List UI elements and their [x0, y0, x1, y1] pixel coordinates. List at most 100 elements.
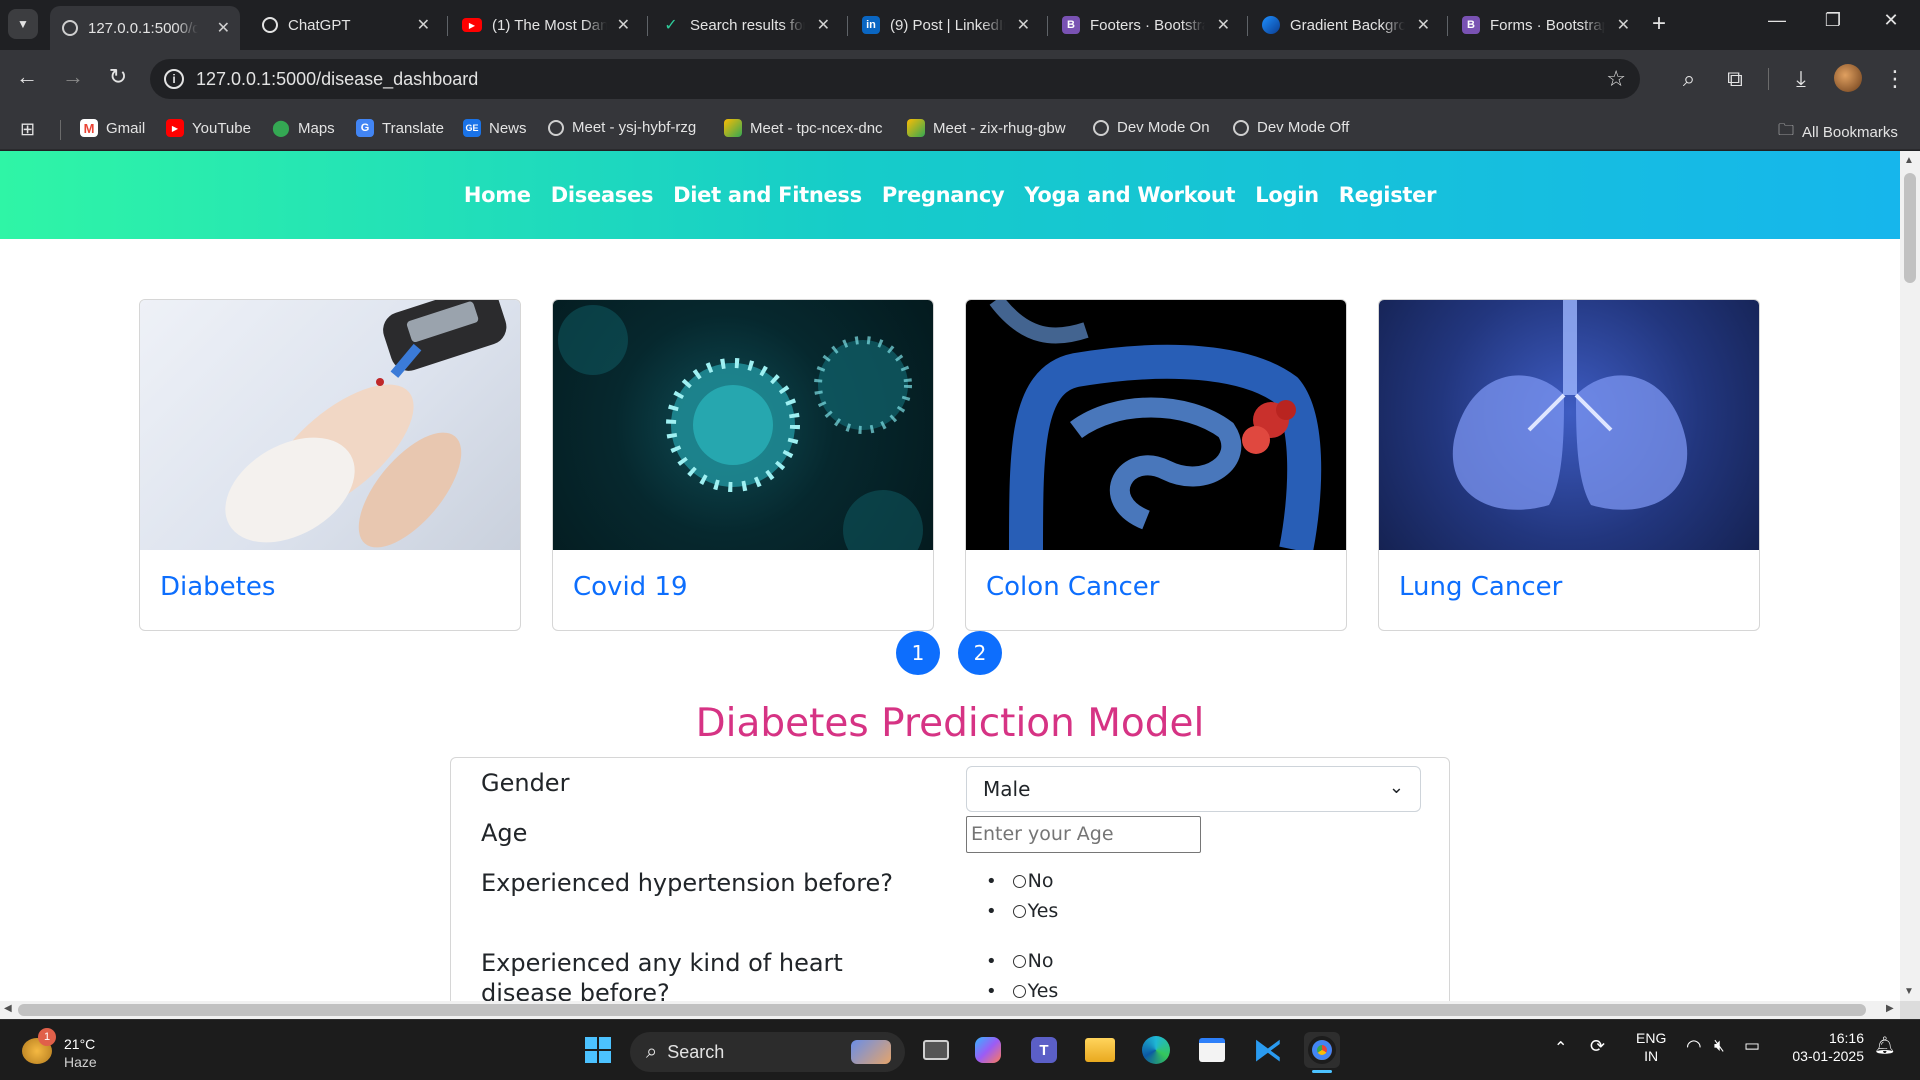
lens-button[interactable]: ⌕	[1674, 66, 1704, 92]
clock[interactable]: 16:16 03-01-2025	[1784, 1030, 1864, 1064]
speaker-muted-icon[interactable]: 🔇︎	[1714, 1036, 1725, 1056]
url-text[interactable]: 127.0.0.1:5000/disease_dashboard	[196, 69, 478, 90]
scroll-right-icon[interactable]: ▶	[1886, 1003, 1894, 1014]
close-icon[interactable]: ✕	[817, 15, 830, 35]
tab-forms-bootstrap[interactable]: B Forms · Bootstrap ✕	[1450, 6, 1640, 44]
disease-card-lung-cancer[interactable]: Lung Cancer	[1378, 299, 1760, 631]
card-title[interactable]: Covid 19	[573, 572, 688, 602]
restore-button[interactable]: ❐	[1810, 10, 1856, 31]
bookmark-translate[interactable]: G Translate	[356, 119, 444, 137]
close-icon[interactable]: ✕	[1417, 15, 1430, 35]
close-icon[interactable]: ✕	[417, 15, 430, 35]
age-input[interactable]: Enter your Age	[966, 816, 1201, 853]
extensions-button[interactable]: ⧉	[1720, 66, 1750, 92]
card-title[interactable]: Lung Cancer	[1399, 572, 1562, 602]
tab-search-results[interactable]: ✓ Search results for ✕	[650, 6, 840, 44]
close-window-button[interactable]: ✕	[1868, 10, 1914, 31]
close-icon[interactable]: ✕	[1217, 15, 1230, 35]
downloads-button[interactable]: ⤓	[1786, 66, 1816, 92]
scrollbar-thumb[interactable]	[18, 1004, 1866, 1016]
close-icon[interactable]: ✕	[617, 15, 630, 35]
browser-menu-button[interactable]: ⋮	[1880, 66, 1910, 92]
forward-button[interactable]: →	[58, 64, 88, 90]
horizontal-scrollbar[interactable]: ◀ ▶	[0, 1001, 1900, 1019]
nav-diet-fitness[interactable]: Diet and Fitness	[673, 183, 862, 207]
bookmark-news[interactable]: GE News	[463, 119, 527, 137]
nav-pregnancy[interactable]: Pregnancy	[882, 183, 1005, 207]
sync-icon[interactable]: ⟳	[1590, 1036, 1605, 1057]
reload-button[interactable]: ↻	[103, 64, 133, 90]
gender-select[interactable]: Male ⌄	[966, 766, 1421, 812]
tab-gradient-background[interactable]: Gradient Background ✕	[1250, 6, 1440, 44]
chrome-button[interactable]	[1304, 1032, 1340, 1073]
radio-button[interactable]	[1012, 954, 1026, 968]
copilot-button[interactable]	[970, 1032, 1006, 1068]
radio-button[interactable]	[1012, 984, 1026, 998]
tab-footers-bootstrap[interactable]: B Footers · Bootstrap ✕	[1050, 6, 1240, 44]
site-info-icon[interactable]: i	[164, 69, 184, 89]
heart-option-no[interactable]: No	[986, 946, 1058, 976]
bookmark-dev-on[interactable]: Dev Mode On	[1093, 119, 1210, 136]
vertical-scrollbar[interactable]: ▲ ▼	[1900, 151, 1920, 1001]
hypertension-option-no[interactable]: No	[986, 866, 1058, 896]
address-bar[interactable]: i 127.0.0.1:5000/disease_dashboard ☆	[150, 59, 1640, 99]
pagination-page-1[interactable]: 1	[896, 631, 940, 675]
scroll-down-icon[interactable]: ▼	[1904, 986, 1914, 997]
bookmark-maps[interactable]: ⬤ Maps	[272, 119, 335, 138]
tab-youtube[interactable]: ▶ (1) The Most Dangerous ✕	[450, 6, 640, 44]
task-view-button[interactable]	[918, 1032, 954, 1068]
disease-card-covid[interactable]: Covid 19	[552, 299, 934, 631]
battery-icon[interactable]: ▭	[1744, 1036, 1760, 1056]
close-icon[interactable]: ✕	[1017, 15, 1030, 35]
tab-separator	[1447, 16, 1448, 36]
store-button[interactable]	[1194, 1032, 1230, 1068]
bookmark-meet-3[interactable]: Meet - zix-rhug-gbw	[907, 119, 1066, 137]
tab-disease-dashboard[interactable]: 127.0.0.1:5000/disease_dashboard ✕	[50, 6, 240, 50]
all-bookmarks-button[interactable]: 🗀 All Bookmarks	[1778, 119, 1898, 146]
profile-avatar[interactable]	[1834, 64, 1862, 92]
bookmark-meet-1[interactable]: Meet - ysj-hybf-rzg	[548, 119, 696, 136]
tab-chatgpt[interactable]: ChatGPT ✕	[250, 6, 440, 44]
nav-register[interactable]: Register	[1339, 183, 1437, 207]
show-hidden-icons-button[interactable]: ⌃	[1554, 1038, 1567, 1058]
tab-linkedin[interactable]: in (9) Post | LinkedIn ✕	[850, 6, 1040, 44]
close-icon[interactable]: ✕	[217, 18, 230, 38]
nav-login[interactable]: Login	[1255, 183, 1319, 207]
card-title[interactable]: Colon Cancer	[986, 572, 1159, 602]
minimize-button[interactable]: —	[1754, 10, 1800, 31]
scroll-up-icon[interactable]: ▲	[1904, 155, 1914, 166]
bookmark-dev-off[interactable]: Dev Mode Off	[1233, 119, 1349, 136]
radio-button[interactable]	[1012, 904, 1026, 918]
start-button[interactable]	[580, 1032, 616, 1068]
wifi-icon[interactable]: ◠	[1686, 1036, 1702, 1057]
language-indicator[interactable]: ENG IN	[1636, 1030, 1666, 1064]
taskbar-search[interactable]: ⌕ Search	[630, 1032, 905, 1072]
notifications-bell-icon[interactable]: 🔔︎	[1874, 1036, 1896, 1056]
hypertension-option-yes[interactable]: Yes	[986, 896, 1058, 926]
radio-button[interactable]	[1012, 874, 1026, 888]
apps-button[interactable]: ⊞	[20, 119, 35, 140]
bookmark-youtube[interactable]: ▶ YouTube	[166, 119, 251, 137]
card-title[interactable]: Diabetes	[160, 572, 275, 602]
scrollbar-thumb[interactable]	[1904, 173, 1916, 283]
pagination-page-2[interactable]: 2	[958, 631, 1002, 675]
nav-home[interactable]: Home	[464, 183, 531, 207]
close-icon[interactable]: ✕	[1617, 15, 1630, 35]
tab-search-button[interactable]: ▼	[8, 9, 38, 39]
teams-button[interactable]: T	[1026, 1032, 1062, 1068]
disease-card-diabetes[interactable]: Diabetes	[139, 299, 521, 631]
disease-card-colon-cancer[interactable]: Colon Cancer	[965, 299, 1347, 631]
back-button[interactable]: ←	[12, 64, 42, 90]
new-tab-button[interactable]: +	[1652, 12, 1666, 36]
nav-yoga-workout[interactable]: Yoga and Workout	[1024, 183, 1235, 207]
scroll-left-icon[interactable]: ◀	[4, 1003, 12, 1014]
edge-button[interactable]	[1138, 1032, 1174, 1068]
vscode-button[interactable]: ⧔	[1250, 1032, 1286, 1068]
bookmark-meet-2[interactable]: Meet - tpc-ncex-dnc	[724, 119, 883, 137]
bookmark-star-icon[interactable]: ☆	[1606, 66, 1626, 92]
heart-option-yes[interactable]: Yes	[986, 976, 1058, 1001]
chevron-down-icon: ⌄	[1388, 777, 1404, 798]
bookmark-gmail[interactable]: M Gmail	[80, 119, 145, 137]
nav-diseases[interactable]: Diseases	[551, 183, 654, 207]
file-explorer-button[interactable]	[1082, 1032, 1118, 1068]
